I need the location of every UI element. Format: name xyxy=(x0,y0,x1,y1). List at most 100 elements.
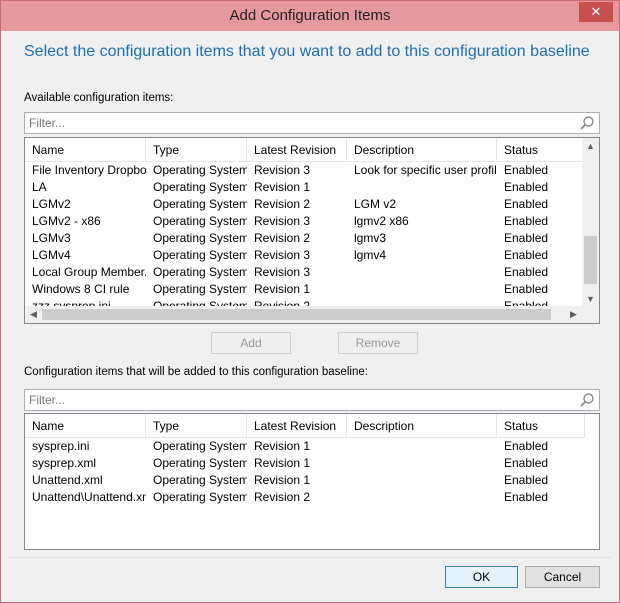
cell-revision: Revision 3 xyxy=(254,163,311,177)
window-title: Add Configuration Items xyxy=(229,7,391,24)
cell-type: Operating System xyxy=(153,231,247,245)
cell-type: Operating System xyxy=(153,180,247,194)
table-row[interactable]: LGMv4 Operating System Revision 3 lgmv4 Enab… xyxy=(25,247,585,264)
available-items-grid[interactable]: Name Type Latest Revision Description St… xyxy=(24,137,600,324)
cell-revision: Revision 1 xyxy=(254,439,311,453)
title-bar[interactable]: Add Configuration Items ✕ xyxy=(1,1,619,31)
column-header-status[interactable]: Status xyxy=(497,414,585,437)
table-row[interactable]: LA Operating System Revision 1 Enabled xyxy=(25,179,585,196)
available-vertical-scrollbar[interactable]: ▲ ▼ xyxy=(582,138,599,308)
cell-status: Enabled xyxy=(504,248,549,262)
cell-status: Enabled xyxy=(504,231,549,245)
cell-status: Enabled xyxy=(504,214,549,228)
cell-type: Operating System xyxy=(153,490,247,504)
cell-description xyxy=(347,489,497,506)
cell-status: Enabled xyxy=(504,197,549,211)
add-button[interactable]: Add xyxy=(211,332,291,354)
cell-name: sysprep.xml xyxy=(32,456,97,470)
search-icon[interactable] xyxy=(579,115,595,131)
scrollbar-thumb[interactable] xyxy=(42,309,551,320)
cell-name: LGMv4 xyxy=(32,248,71,262)
scroll-up-icon[interactable]: ▲ xyxy=(582,138,599,155)
cell-name: Windows 8 CI rule xyxy=(32,282,130,296)
cell-name: LGMv2 xyxy=(32,197,71,211)
table-row[interactable]: File Inventory Dropbo... Operating System… xyxy=(25,162,585,179)
cell-revision: Revision 2 xyxy=(254,231,311,245)
table-row[interactable]: Windows 8 CI rule Operating System Revisio… xyxy=(25,281,585,298)
table-row[interactable]: LGMv2 Operating System Revision 2 LGM v2 Ena… xyxy=(25,196,585,213)
scroll-right-icon[interactable]: ▶ xyxy=(565,306,582,323)
cell-status: Enabled xyxy=(504,473,549,487)
cell-type: Operating System xyxy=(153,473,247,487)
column-header-type[interactable]: Type xyxy=(146,414,247,437)
page-title: Select the configuration items that you … xyxy=(24,43,590,60)
cell-name: File Inventory Dropbo... xyxy=(32,163,146,177)
table-row[interactable]: LGMv3 Operating System Revision 2 lgmv3 Enab… xyxy=(25,230,585,247)
cell-status: Enabled xyxy=(504,180,549,194)
cell-name: LA xyxy=(32,180,47,194)
available-items-label: Available configuration items: xyxy=(24,92,174,104)
cell-description: lgmv4 xyxy=(354,248,387,262)
scrollbar-corner xyxy=(582,306,599,323)
cell-description xyxy=(347,179,497,196)
column-header-description[interactable]: Description xyxy=(347,414,497,437)
cell-revision: Revision 1 xyxy=(254,180,311,194)
cell-revision: Revision 3 xyxy=(254,265,311,279)
cell-type: Operating System xyxy=(153,439,247,453)
column-header-latest-revision[interactable]: Latest Revision xyxy=(247,138,347,161)
column-header-description[interactable]: Description xyxy=(347,138,497,161)
table-row[interactable]: sysprep.xml Operating System Revision 1 Ena… xyxy=(25,455,585,472)
cell-status: Enabled xyxy=(504,490,549,504)
cell-description: lgmv3 xyxy=(354,231,387,245)
close-button[interactable]: ✕ xyxy=(579,2,613,22)
table-row[interactable]: Local Group Member... Operating System Rev… xyxy=(25,264,585,281)
ok-button[interactable]: OK xyxy=(445,566,518,588)
dialog-content: Select the configuration items that you … xyxy=(9,31,611,596)
table-row[interactable]: sysprep.ini Operating System Revision 1 Ena… xyxy=(25,438,585,455)
available-filter-box[interactable] xyxy=(24,112,600,134)
column-header-latest-revision[interactable]: Latest Revision xyxy=(247,414,347,437)
cell-revision: Revision 2 xyxy=(254,197,311,211)
cell-revision: Revision 3 xyxy=(254,214,311,228)
selected-items-label: Configuration items that will be added t… xyxy=(24,366,368,378)
column-header-name[interactable]: Name xyxy=(25,138,146,161)
cell-name: Unattend\Unattend.xml xyxy=(32,490,146,504)
selected-items-grid[interactable]: Name Type Latest Revision Description St… xyxy=(24,413,600,550)
cell-description: Look for specific user profil... xyxy=(354,163,497,177)
cell-name: Unattend.xml xyxy=(32,473,103,487)
remove-button[interactable]: Remove xyxy=(338,332,418,354)
table-row[interactable]: Unattend.xml Operating System Revision 1 En… xyxy=(25,472,585,489)
cell-status: Enabled xyxy=(504,265,549,279)
selected-grid-header: Name Type Latest Revision Description St… xyxy=(25,414,585,438)
cancel-button[interactable]: Cancel xyxy=(525,566,600,588)
scrollbar-thumb[interactable] xyxy=(584,236,597,284)
cell-name: Local Group Member... xyxy=(32,265,146,279)
cell-description xyxy=(347,281,497,298)
cell-description xyxy=(347,455,497,472)
cell-revision: Revision 1 xyxy=(254,456,311,470)
cell-status: Enabled xyxy=(504,456,549,470)
column-header-name[interactable]: Name xyxy=(25,414,146,437)
available-horizontal-scrollbar[interactable]: ◀ ▶ xyxy=(25,306,582,323)
cell-revision: Revision 2 xyxy=(254,490,311,504)
table-row[interactable]: LGMv2 - x86 Operating System Revision 3 lgm… xyxy=(25,213,585,230)
cell-type: Operating System xyxy=(153,163,247,177)
cell-description: lgmv2 x86 xyxy=(354,214,409,228)
cell-type: Operating System xyxy=(153,248,247,262)
table-row[interactable]: Unattend\Unattend.xml Operating System Rev… xyxy=(25,489,585,506)
search-icon[interactable] xyxy=(579,392,595,408)
selected-filter-box[interactable] xyxy=(24,389,600,411)
selected-filter-input[interactable] xyxy=(29,392,569,408)
cell-description xyxy=(347,472,497,489)
cell-status: Enabled xyxy=(504,439,549,453)
column-header-type[interactable]: Type xyxy=(146,138,247,161)
available-filter-input[interactable] xyxy=(29,115,569,131)
scroll-left-icon[interactable]: ◀ xyxy=(25,306,42,323)
column-header-status[interactable]: Status xyxy=(497,138,585,161)
cell-status: Enabled xyxy=(504,282,549,296)
cell-type: Operating System xyxy=(153,265,247,279)
close-icon: ✕ xyxy=(590,4,602,19)
cell-type: Operating System xyxy=(153,456,247,470)
cell-name: LGMv2 - x86 xyxy=(32,214,101,228)
cell-revision: Revision 1 xyxy=(254,282,311,296)
